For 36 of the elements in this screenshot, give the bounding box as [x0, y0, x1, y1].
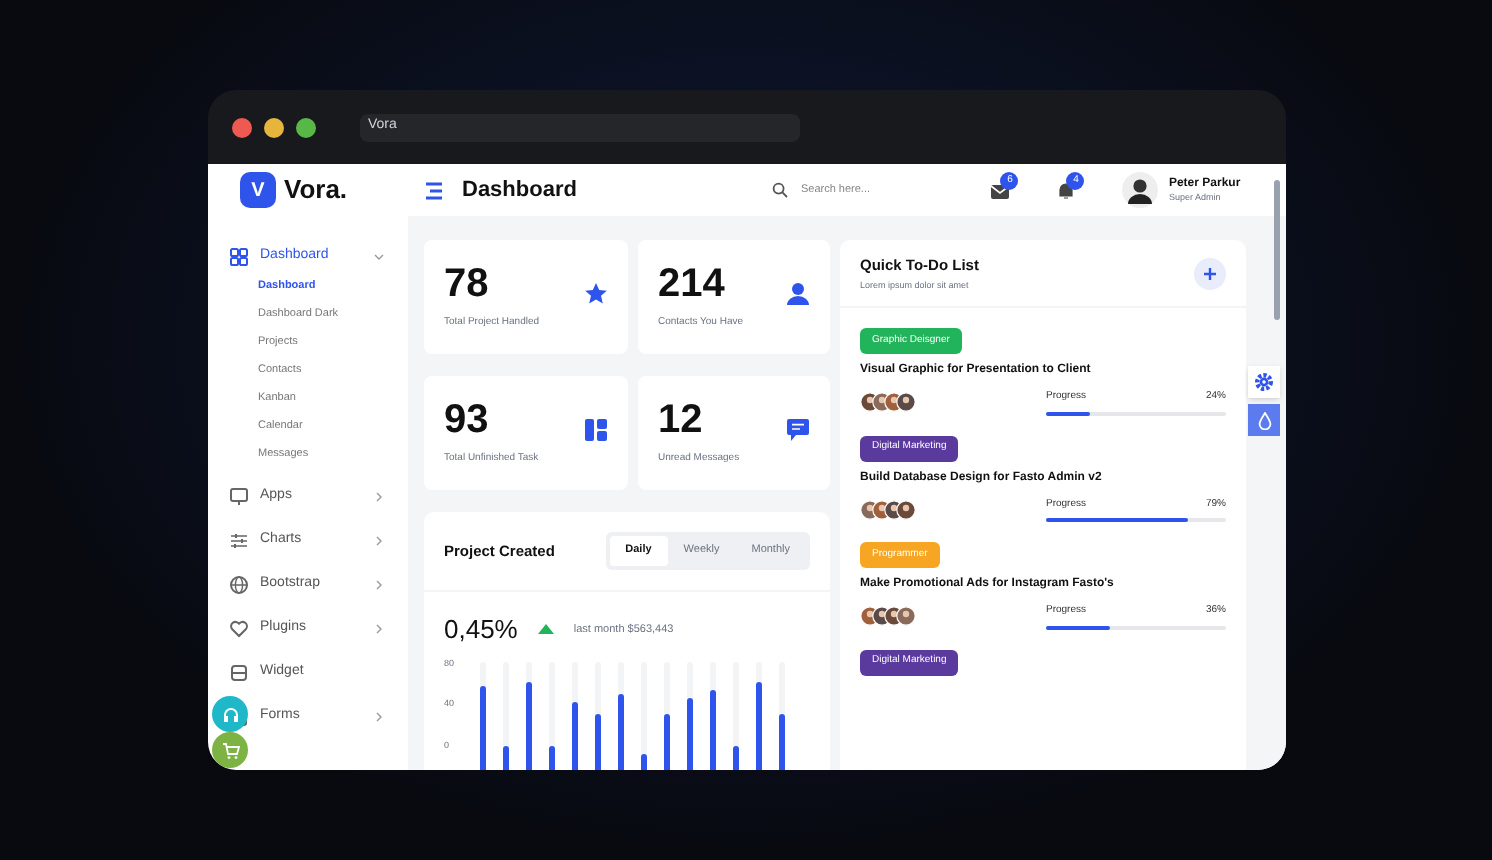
monitor-icon	[230, 488, 248, 506]
heart-icon	[230, 620, 248, 638]
box-icon	[230, 664, 248, 682]
stat-value: 12	[658, 399, 705, 440]
theme-button[interactable]	[1248, 404, 1280, 436]
logo-badge: V	[240, 172, 276, 208]
mail-icon[interactable]	[990, 184, 1011, 200]
avatar-group-icon	[860, 499, 920, 520]
brand-name: Vora.	[284, 172, 348, 209]
avatar-group-icon	[860, 392, 920, 413]
bell-icon[interactable]	[1058, 182, 1075, 200]
cart-button[interactable]	[212, 732, 248, 768]
settings-icon	[1254, 372, 1274, 392]
chat-icon	[786, 417, 810, 441]
user-icon	[786, 281, 810, 305]
avatar-group-icon	[860, 606, 920, 627]
page-title: Dashboard	[462, 175, 577, 206]
stat-value: 78	[444, 263, 491, 304]
star-icon	[584, 281, 608, 305]
settings-button[interactable]	[1248, 366, 1280, 398]
percent-value: 0,45%	[444, 612, 518, 648]
avatar-icon[interactable]	[1122, 172, 1159, 208]
sliders-icon	[230, 532, 248, 550]
stat-value: 214	[658, 263, 727, 304]
grid-icon	[230, 248, 248, 266]
cart-icon	[221, 741, 239, 759]
search-icon	[772, 182, 789, 198]
globe-icon	[230, 576, 248, 594]
trend-up-icon	[537, 624, 554, 635]
plus-icon	[1204, 267, 1216, 279]
add-button[interactable]	[1194, 257, 1226, 289]
headset-icon	[221, 705, 239, 723]
stat-value: 93	[444, 399, 491, 440]
menu-icon[interactable]	[424, 181, 444, 199]
tiles-icon	[584, 417, 608, 441]
drop-icon	[1257, 411, 1271, 429]
